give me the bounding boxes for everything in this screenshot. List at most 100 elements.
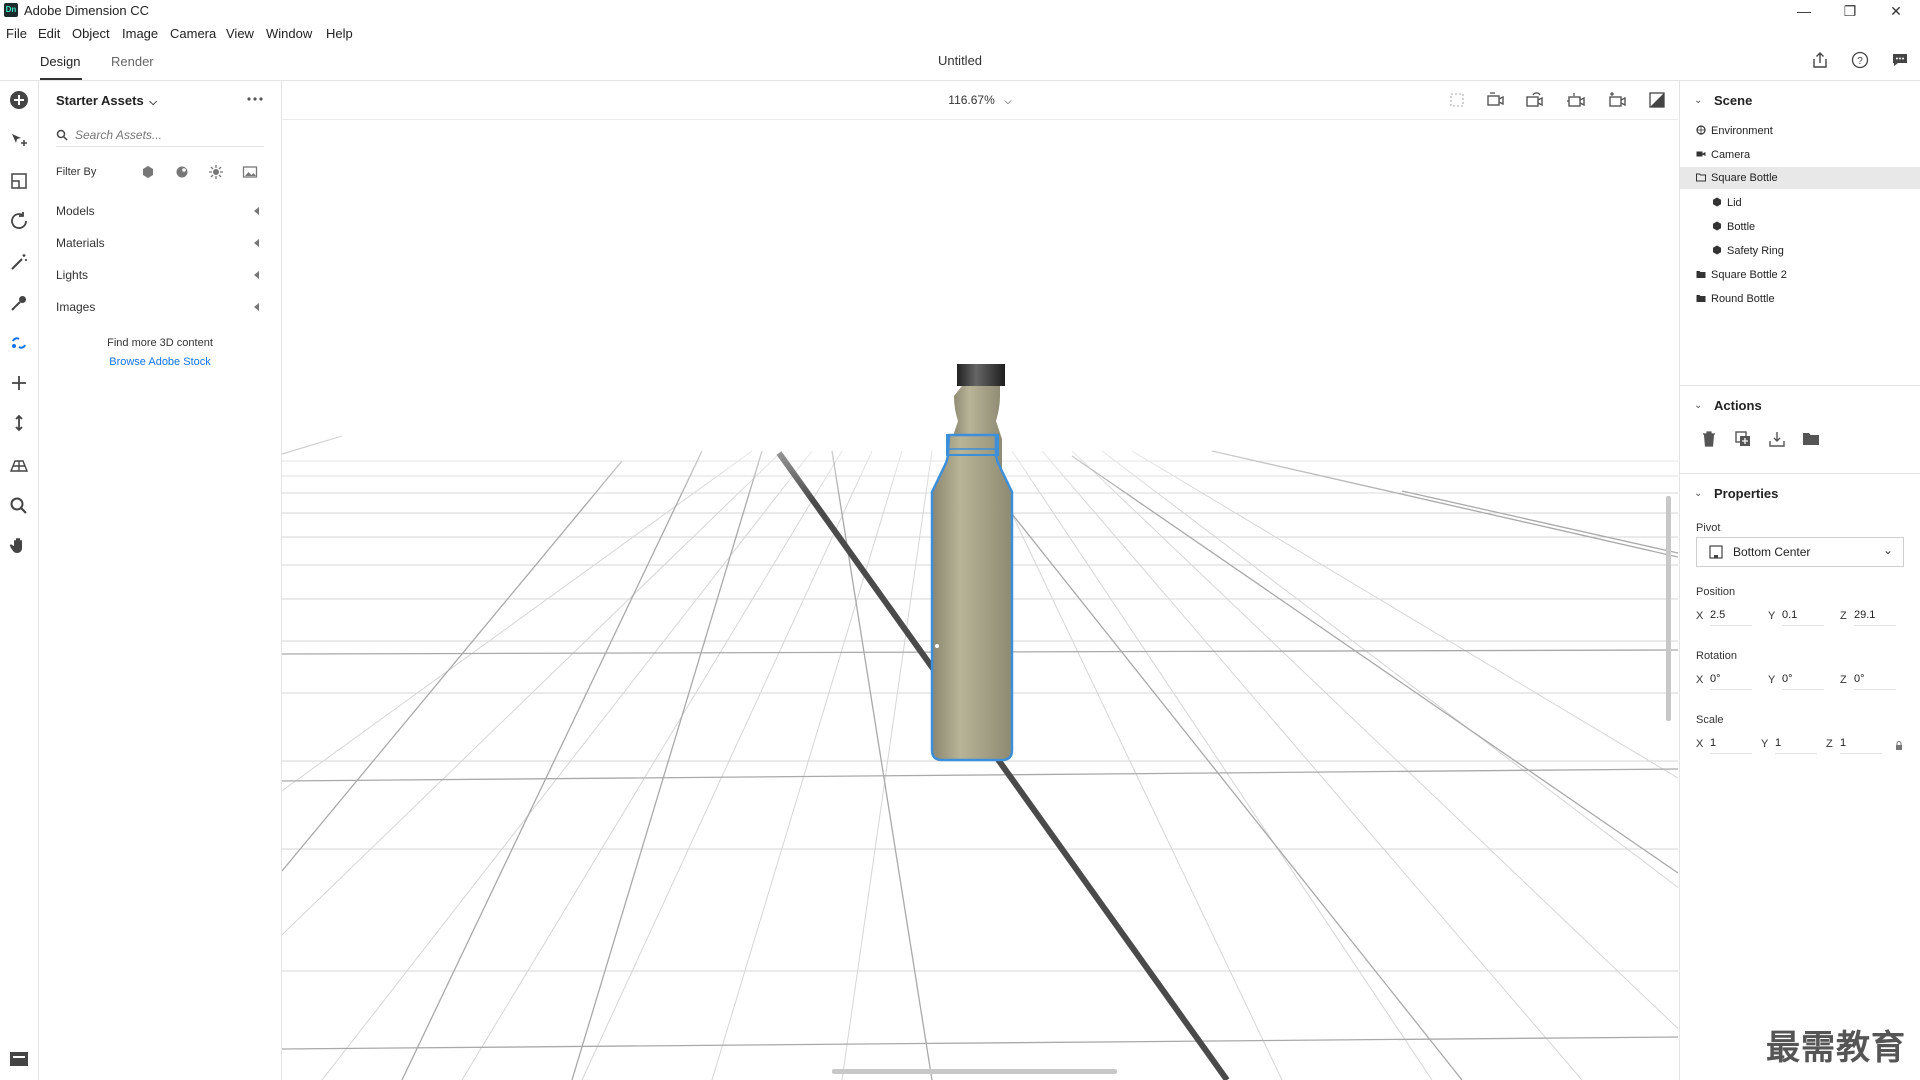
scene-item-square-bottle[interactable]: Square Bottle: [1696, 167, 1778, 189]
scale-x-field[interactable]: 1: [1710, 737, 1752, 754]
rotation-label: Rotation: [1696, 650, 1737, 662]
category-materials[interactable]: Materials: [56, 236, 105, 250]
scale-label: Scale: [1696, 714, 1724, 726]
position-y-field[interactable]: 0.1: [1782, 609, 1824, 626]
find-more-text: Find more 3D content: [107, 337, 213, 349]
properties-section-title[interactable]: Properties: [1714, 486, 1778, 501]
menu-camera[interactable]: Camera: [170, 26, 216, 41]
menu-edit[interactable]: Edit: [38, 26, 60, 41]
zoom-icon[interactable]: [7, 494, 31, 518]
vertical-scrollbar[interactable]: [1666, 496, 1671, 721]
chevron-left-icon[interactable]: [254, 207, 259, 215]
chevron-left-icon[interactable]: [254, 303, 259, 311]
close-button[interactable]: ✕: [1873, 0, 1919, 22]
pivot-icon: [1709, 545, 1723, 559]
add-icon[interactable]: [7, 88, 31, 112]
model-filter-icon[interactable]: [139, 163, 157, 181]
minimize-button[interactable]: —: [1781, 0, 1827, 22]
menu-view[interactable]: View: [226, 26, 254, 41]
scene-item-lid[interactable]: Lid: [1712, 192, 1742, 214]
scene-section-title[interactable]: Scene: [1714, 93, 1752, 108]
scene-item-safety-ring[interactable]: Safety Ring: [1712, 240, 1784, 262]
magic-wand-icon[interactable]: [7, 250, 31, 274]
rotation-x-field[interactable]: 0°: [1710, 673, 1752, 690]
dolly-icon[interactable]: [7, 411, 31, 435]
menu-help[interactable]: Help: [326, 26, 353, 41]
render-preview-icon[interactable]: [1648, 91, 1666, 109]
zoom-level-dropdown[interactable]: 116.67% ⌵: [282, 93, 1678, 107]
marquee-icon[interactable]: [7, 169, 31, 193]
group-icon[interactable]: [1802, 430, 1820, 448]
help-icon[interactable]: ?: [1850, 50, 1870, 70]
horizon-icon[interactable]: [7, 453, 31, 477]
material-filter-icon[interactable]: [173, 163, 191, 181]
axis-y-label: Y: [1768, 610, 1776, 622]
axis-x-label: X: [1696, 674, 1704, 686]
feedback-icon[interactable]: [1890, 50, 1910, 70]
scene-item-camera[interactable]: Camera: [1696, 144, 1750, 166]
chevron-down-icon[interactable]: ⌄: [1694, 95, 1702, 106]
pivot-value: Bottom Center: [1733, 545, 1811, 559]
menu-window[interactable]: Window: [266, 26, 312, 41]
scale-y-field[interactable]: 1: [1775, 737, 1817, 754]
document-title: Untitled: [937, 53, 983, 68]
scene-item-bottle[interactable]: Bottle: [1712, 216, 1755, 238]
camera-dolly-icon[interactable]: [1566, 91, 1586, 109]
chevron-left-icon[interactable]: [254, 271, 259, 279]
axis-z-label: Z: [1840, 674, 1847, 686]
camera-pan-icon[interactable]: [1525, 91, 1545, 109]
model-icon: [1713, 221, 1721, 231]
lock-icon[interactable]: [1895, 738, 1903, 750]
square-bottle-model[interactable]: [930, 433, 1014, 762]
frame-icon[interactable]: [1448, 91, 1466, 109]
panel-toggle-icon[interactable]: [8, 1050, 30, 1068]
hand-icon[interactable]: [7, 533, 31, 557]
link-icon[interactable]: [7, 331, 31, 355]
more-options-icon[interactable]: [246, 92, 264, 106]
rotation-y-field[interactable]: 0°: [1782, 673, 1824, 690]
3d-viewport[interactable]: 116.67% ⌵: [282, 81, 1678, 1080]
menu-object[interactable]: Object: [72, 26, 110, 41]
rotation-z-field[interactable]: 0°: [1854, 673, 1896, 690]
image-filter-icon[interactable]: [241, 163, 259, 181]
category-images[interactable]: Images: [56, 300, 95, 314]
menu-file[interactable]: File: [6, 26, 27, 41]
category-models[interactable]: Models: [56, 204, 95, 218]
export-icon[interactable]: [1768, 430, 1786, 448]
select-icon[interactable]: [7, 129, 31, 153]
menu-image[interactable]: Image: [122, 26, 158, 41]
camera-bookmark-icon[interactable]: [1607, 91, 1627, 109]
light-filter-icon[interactable]: [207, 163, 225, 181]
pan-icon[interactable]: [7, 371, 31, 395]
chevron-down-icon[interactable]: ⌄: [1694, 488, 1702, 499]
orbit-icon[interactable]: [7, 209, 31, 233]
position-z-field[interactable]: 29.1: [1854, 609, 1896, 626]
starter-assets-dropdown[interactable]: Starter Assets ⌵: [56, 93, 157, 108]
scene-item-label: Square Bottle: [1711, 172, 1778, 184]
scene-item-environment[interactable]: Environment: [1696, 120, 1773, 142]
scene-item-square-bottle-2[interactable]: Square Bottle 2: [1696, 264, 1787, 286]
horizontal-scrollbar[interactable]: [832, 1069, 1117, 1074]
axis-y-label: Y: [1768, 674, 1776, 686]
axis-x-label: X: [1696, 738, 1704, 750]
model-icon: [1713, 245, 1721, 255]
category-lights[interactable]: Lights: [56, 268, 88, 282]
search-icon: [56, 129, 68, 141]
share-icon[interactable]: [1810, 50, 1830, 70]
chevron-left-icon[interactable]: [254, 239, 259, 247]
camera-orbit-icon[interactable]: [1486, 91, 1506, 109]
position-x-field[interactable]: 2.5: [1710, 609, 1752, 626]
app-logo: Dn: [4, 3, 18, 17]
chevron-down-icon[interactable]: ⌄: [1694, 400, 1702, 411]
scene-item-round-bottle[interactable]: Round Bottle: [1696, 288, 1775, 310]
restore-button[interactable]: ❐: [1827, 0, 1873, 22]
viewport-canvas[interactable]: [282, 81, 1678, 1080]
duplicate-icon[interactable]: [1734, 430, 1752, 448]
actions-section-title[interactable]: Actions: [1714, 398, 1762, 413]
delete-icon[interactable]: [1700, 430, 1718, 448]
browse-adobe-stock-link[interactable]: Browse Adobe Stock: [40, 356, 280, 368]
search-assets-input[interactable]: [75, 126, 255, 144]
scale-z-field[interactable]: 1: [1840, 737, 1882, 754]
pivot-select[interactable]: Bottom Center ⌄: [1696, 537, 1904, 567]
sampler-icon[interactable]: [7, 291, 31, 315]
